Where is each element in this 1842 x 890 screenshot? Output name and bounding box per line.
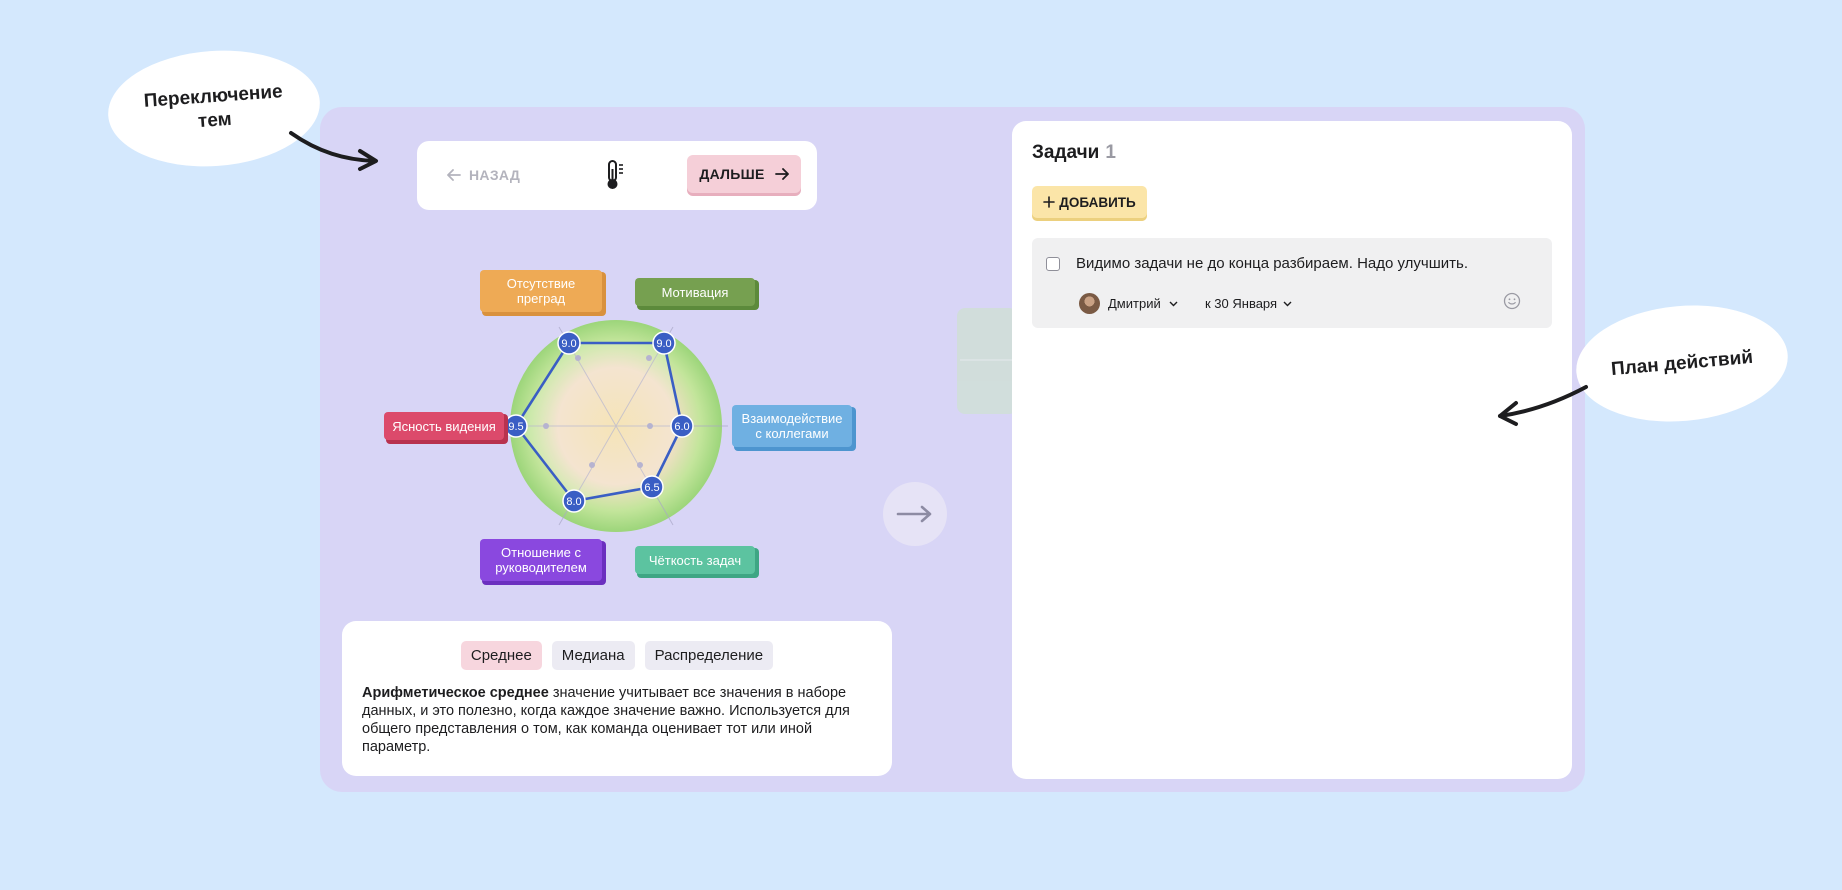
radar-value-label: 6.0: [674, 421, 689, 433]
annotation-theme-switch-text: Переключение тем: [143, 80, 284, 132]
annotation-theme-switch: Переключение тем: [104, 43, 324, 174]
task-assignee-select[interactable]: Дмитрий: [1079, 293, 1178, 314]
chevron-down-icon: [1283, 301, 1292, 306]
statistic-info-panel: Среднее Медиана Распределение Арифметиче…: [342, 621, 892, 776]
task-assignee-name: Дмитрий: [1108, 296, 1161, 311]
radar-category-label: Чёткость задач: [648, 552, 742, 568]
radar-value-point[interactable]: 8.0: [562, 489, 586, 513]
annotation-action-plan-text: План действий: [1610, 346, 1754, 380]
next-button[interactable]: ДАЛЬШЕ: [687, 155, 801, 193]
tasks-panel: Задачи 1 ДОБАВИТЬ Видимо задачи не до кон…: [1012, 121, 1572, 779]
annotation-action-plan: План действий: [1571, 296, 1793, 431]
radar-category-task-clarity[interactable]: Чёткость задач: [635, 546, 759, 578]
radar-chart: 9.0 9.0 6.0 6.5 8.0 9.5 Отсутствие прегр…: [384, 270, 856, 585]
radar-value-label: 8.0: [566, 496, 581, 508]
task-checkbox[interactable]: [1046, 257, 1060, 271]
radar-category-vision-clarity[interactable]: Ясность видения: [384, 412, 508, 444]
radar-value-point[interactable]: 6.0: [670, 414, 694, 438]
ghost-card: [957, 308, 1017, 414]
radar-value-point[interactable]: 9.5: [504, 414, 528, 438]
back-button[interactable]: НАЗАД: [447, 163, 520, 187]
next-button-label: ДАЛЬШЕ: [699, 166, 765, 182]
next-theme-button[interactable]: [883, 482, 947, 546]
tab-distribution[interactable]: Распределение: [644, 641, 774, 670]
arrow-right-icon: [896, 505, 932, 523]
thermometer-icon[interactable]: [602, 159, 626, 191]
radar-category-label: Ясность видения: [392, 418, 496, 434]
radar-value-point[interactable]: 9.0: [652, 331, 676, 355]
arrow-left-icon: [447, 169, 461, 181]
task-item: Видимо задачи не до конца разбираем. Над…: [1032, 238, 1552, 328]
task-due-date-select[interactable]: к 30 Января: [1205, 293, 1292, 314]
radar-category-label: Отсутствие преград: [506, 276, 576, 306]
chevron-down-icon: [1169, 301, 1178, 306]
tab-median[interactable]: Медиана: [551, 641, 635, 670]
task-text[interactable]: Видимо задачи не до конца разбираем. Над…: [1076, 255, 1468, 272]
tab-mean[interactable]: Среднее: [460, 641, 542, 670]
radar-category-manager-relations[interactable]: Отношение с руководителем: [480, 539, 606, 585]
radar-value-point[interactable]: 9.0: [557, 331, 581, 355]
radar-category-motivation[interactable]: Мотивация: [635, 278, 759, 310]
radar-category-label: Взаимодействие с коллегами: [741, 411, 843, 441]
statistic-tabs: Среднее Медиана Распределение: [342, 641, 892, 670]
back-button-label: НАЗАД: [469, 167, 521, 183]
radar-value-label: 9.5: [508, 421, 523, 433]
statistic-description-term: Арифметическое среднее: [362, 685, 549, 701]
radar-category-label: Мотивация: [661, 284, 729, 300]
plus-icon: [1043, 196, 1056, 208]
statistic-description: Арифметическое среднее значение учитывае…: [362, 684, 874, 756]
radar-category-collaboration[interactable]: Взаимодействие с коллегами: [732, 405, 856, 451]
tasks-count: 1: [1105, 142, 1116, 163]
add-task-label: ДОБАВИТЬ: [1059, 194, 1136, 210]
tasks-title: Задачи 1: [1032, 142, 1116, 164]
radar-category-no-obstacles[interactable]: Отсутствие преград: [480, 270, 606, 316]
theme-navigation: НАЗАД ДАЛЬШЕ: [417, 141, 817, 210]
radar-value-label: 9.0: [656, 338, 671, 350]
avatar: [1079, 293, 1100, 314]
task-due-date: к 30 Января: [1205, 296, 1278, 311]
emoji-reaction-icon[interactable]: [1503, 292, 1521, 310]
radar-category-label: Отношение с руководителем: [495, 545, 587, 575]
add-task-button[interactable]: ДОБАВИТЬ: [1032, 186, 1147, 218]
radar-value-label: 6.5: [644, 482, 659, 494]
radar-value-label: 9.0: [561, 338, 576, 350]
arrow-right-icon: [774, 168, 789, 180]
tasks-title-text: Задачи: [1032, 142, 1100, 163]
radar-value-point[interactable]: 6.5: [640, 475, 664, 499]
